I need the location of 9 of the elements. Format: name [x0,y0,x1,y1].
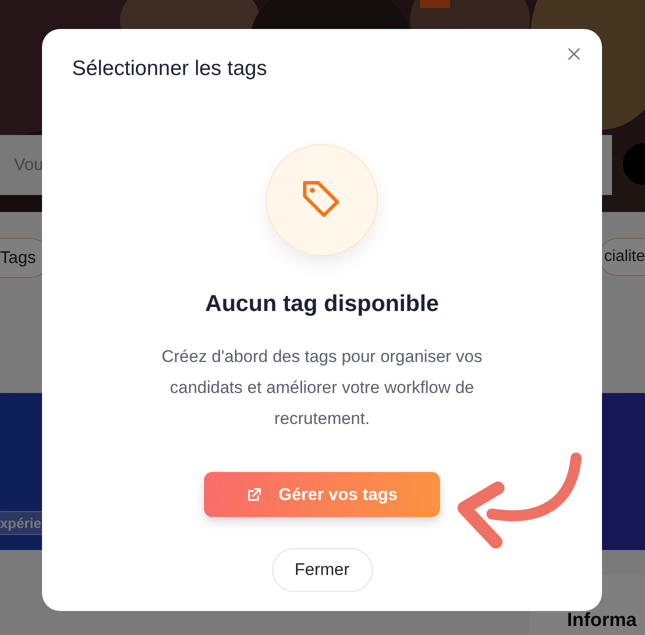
external-link-icon [246,486,262,502]
filter-chip[interactable]: cialite [599,238,645,276]
manage-tags-button[interactable]: Gérer vos tags [204,472,440,517]
section-heading: Informa [567,610,637,631]
empty-message: Créez d'abord des tags pour organiser vos candidats et améliorer votre workflow de recrutement. [160,346,484,430]
close-button[interactable]: Fermer [272,548,372,592]
dialog-title: Sélectionner les tags [72,56,267,82]
empty-heading: Aucun tag disponible [205,289,439,318]
close-icon[interactable] [568,48,580,60]
